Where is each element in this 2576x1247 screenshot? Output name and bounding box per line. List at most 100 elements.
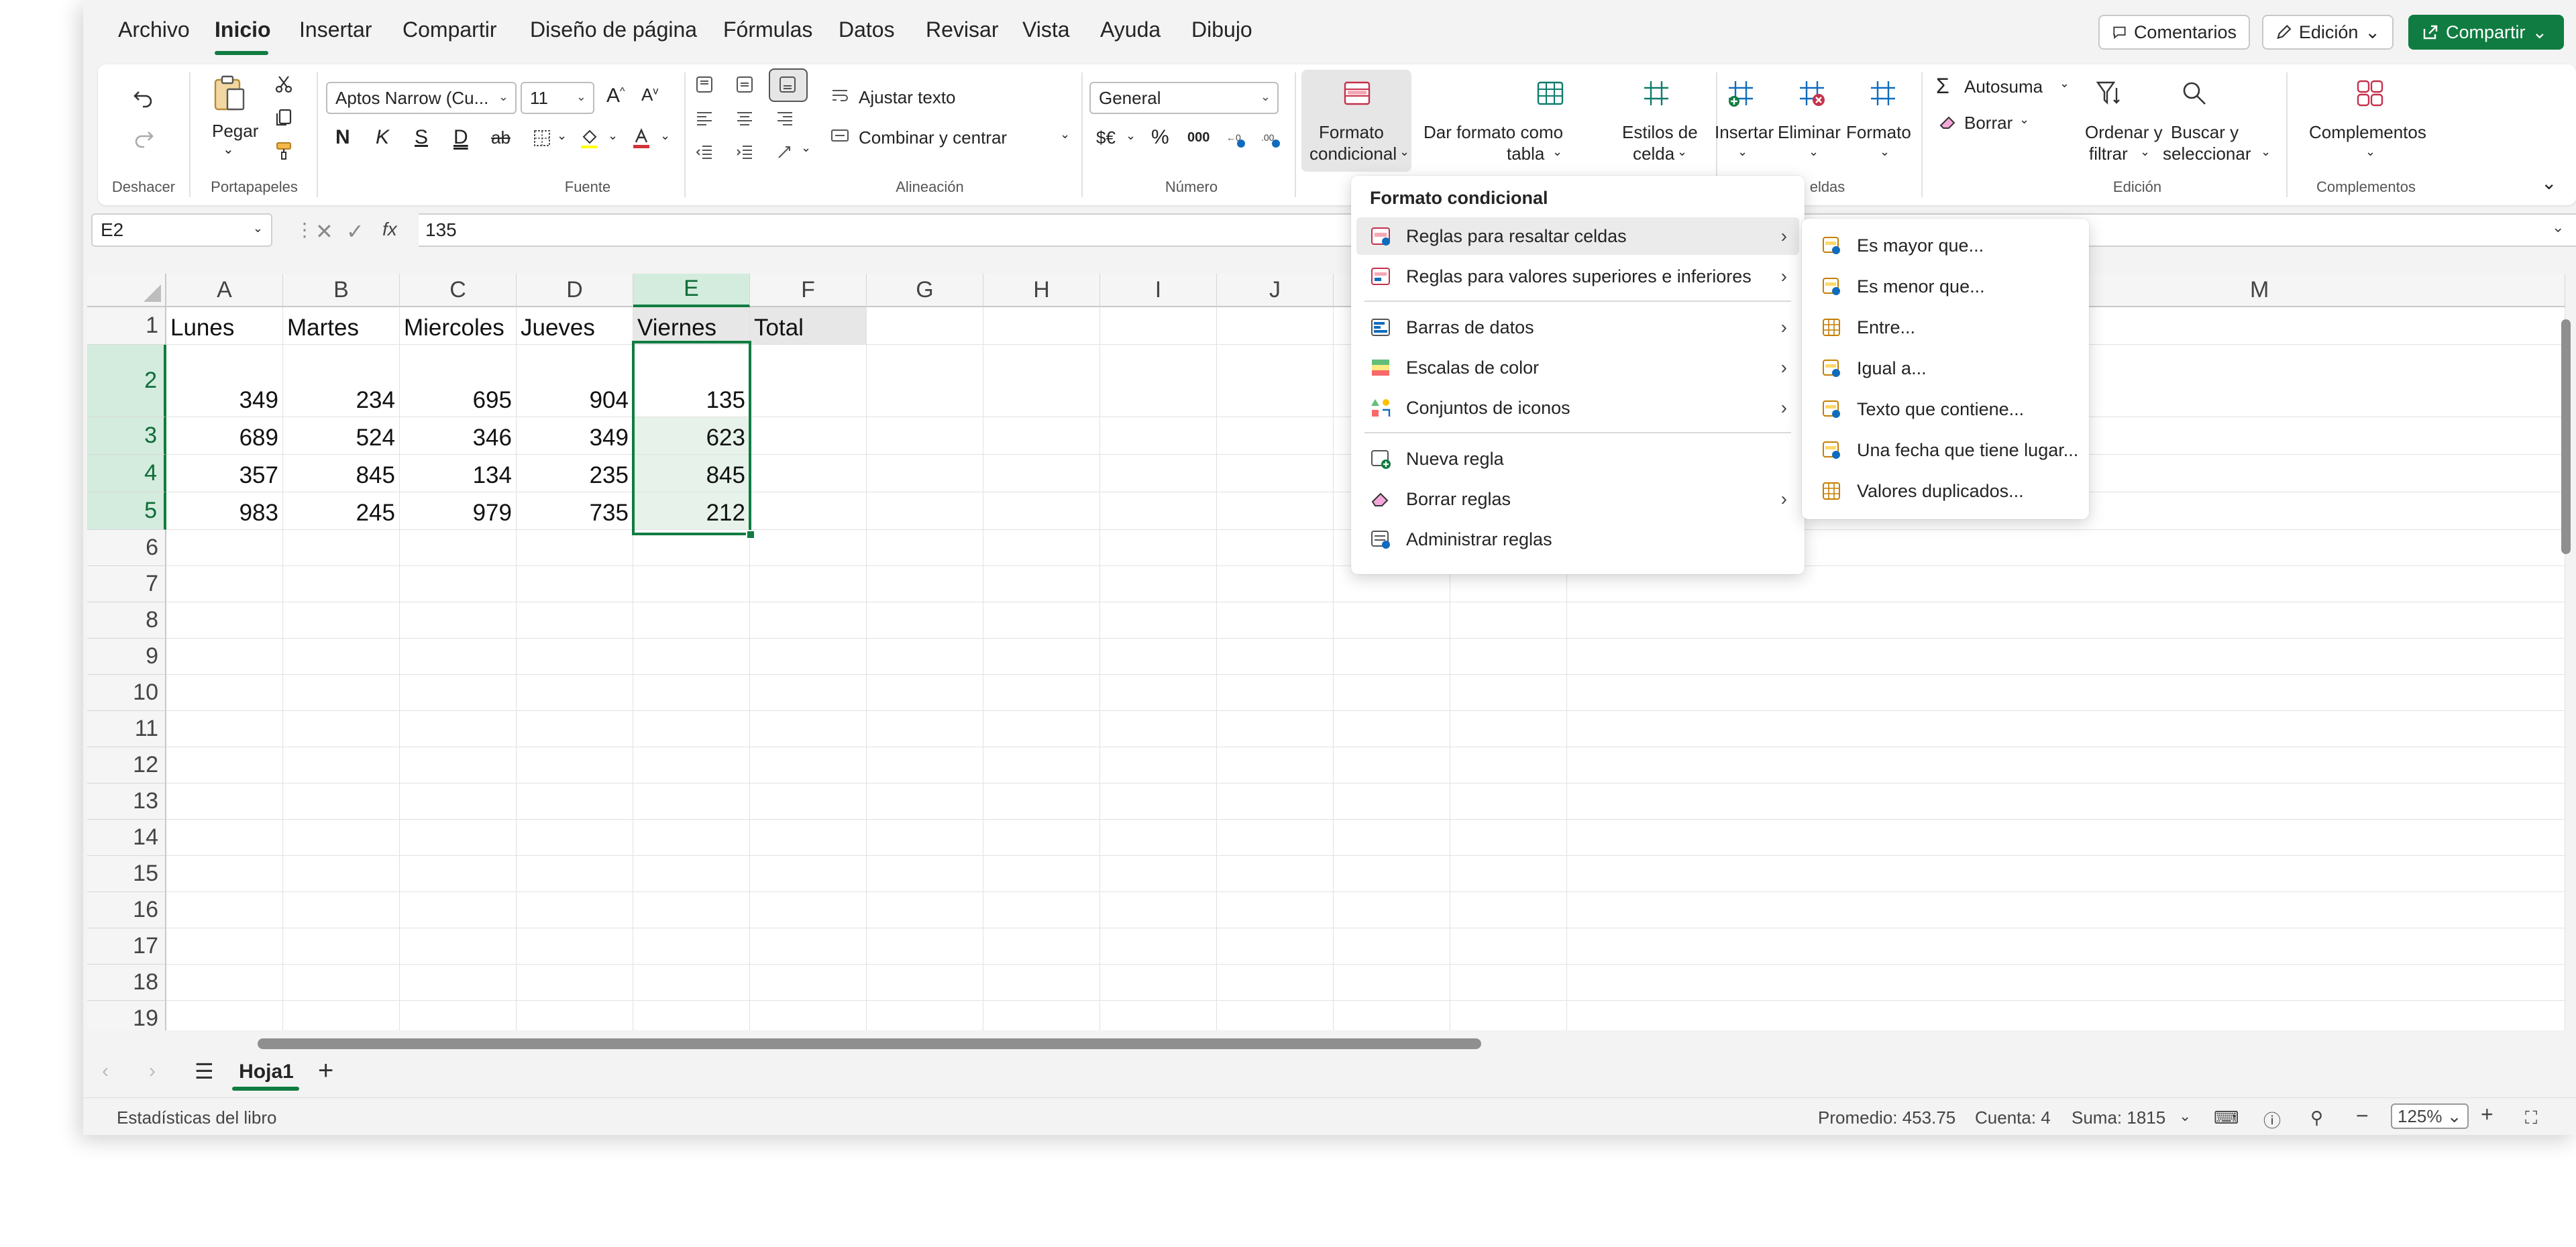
- cell[interactable]: [1334, 856, 1450, 892]
- cell[interactable]: [1217, 856, 1334, 892]
- tab-archivo[interactable]: Archivo: [118, 17, 190, 42]
- cell[interactable]: [283, 747, 400, 783]
- cell[interactable]: [750, 965, 867, 1001]
- cell[interactable]: [166, 856, 283, 892]
- cell[interactable]: [1334, 928, 1450, 965]
- paste-label[interactable]: Pegar: [212, 121, 258, 142]
- tab-insertar[interactable]: Insertar: [299, 17, 372, 42]
- cell[interactable]: [867, 856, 983, 892]
- autosum-icon[interactable]: Σ: [1936, 74, 1949, 99]
- editing-mode-button[interactable]: Edición ⌄: [2262, 15, 2394, 50]
- value-cell[interactable]: 689: [166, 417, 283, 455]
- value-cell[interactable]: 524: [283, 417, 400, 455]
- eraser-icon[interactable]: [1936, 110, 1960, 134]
- value-cell[interactable]: 349: [517, 417, 633, 455]
- align-center-icon[interactable]: [731, 105, 758, 131]
- cell-styles-label-2[interactable]: celda: [1633, 144, 1674, 164]
- name-box[interactable]: E2 ⌄: [91, 213, 272, 247]
- value-cell[interactable]: 234: [283, 345, 400, 417]
- cell[interactable]: [517, 928, 633, 965]
- chevron-down-icon[interactable]: ⌄: [2059, 76, 2070, 91]
- sheet-tab-hoja1[interactable]: Hoja1: [229, 1052, 303, 1092]
- cell[interactable]: [166, 639, 283, 675]
- clear-label[interactable]: Borrar: [1964, 113, 2012, 133]
- cell[interactable]: [1334, 965, 1450, 1001]
- cell[interactable]: [517, 566, 633, 602]
- cell[interactable]: [867, 307, 983, 345]
- cell[interactable]: [750, 566, 867, 602]
- cell[interactable]: [1100, 345, 1217, 417]
- find-select-icon[interactable]: [2178, 76, 2211, 110]
- cell[interactable]: [1567, 965, 2565, 1001]
- cell[interactable]: [1100, 820, 1217, 856]
- cell[interactable]: [517, 892, 633, 928]
- tab-ayuda[interactable]: Ayuda: [1100, 17, 1161, 42]
- undo-icon[interactable]: [130, 85, 157, 111]
- format-as-table-icon[interactable]: [1534, 76, 1567, 110]
- collapse-ribbon-icon[interactable]: ⌄: [2541, 172, 2557, 194]
- find-select-label-1[interactable]: Buscar y: [2171, 122, 2239, 143]
- cell[interactable]: [1217, 455, 1334, 492]
- menu-item-clear-rules[interactable]: Borrar reglas ›: [1356, 480, 1799, 518]
- cell[interactable]: [517, 639, 633, 675]
- select-all-corner[interactable]: [87, 274, 166, 307]
- column-header[interactable]: H: [983, 274, 1100, 307]
- cell[interactable]: [166, 747, 283, 783]
- cell[interactable]: [1100, 492, 1217, 530]
- underline-button[interactable]: S: [415, 126, 428, 149]
- value-cell[interactable]: 904: [517, 345, 633, 417]
- row-header[interactable]: 16: [87, 892, 166, 928]
- cell[interactable]: [400, 530, 517, 566]
- cell[interactable]: [867, 530, 983, 566]
- cell[interactable]: [633, 566, 750, 602]
- delete-cells-label[interactable]: Eliminar: [1778, 122, 1841, 143]
- wrap-text-icon[interactable]: [826, 82, 853, 109]
- borders-icon[interactable]: [529, 125, 555, 152]
- cell[interactable]: [166, 675, 283, 711]
- confirm-icon[interactable]: ✓: [346, 219, 364, 244]
- row-header[interactable]: 14: [87, 820, 166, 856]
- cell[interactable]: [283, 1001, 400, 1030]
- cell[interactable]: [400, 892, 517, 928]
- cell[interactable]: [983, 928, 1100, 965]
- strikethrough-button[interactable]: ab: [491, 127, 511, 148]
- cell[interactable]: [400, 711, 517, 747]
- currency-format-button[interactable]: $€: [1096, 127, 1116, 148]
- cell[interactable]: [983, 307, 1100, 345]
- cell[interactable]: [1450, 965, 1567, 1001]
- cell[interactable]: [633, 639, 750, 675]
- cell[interactable]: [1567, 892, 2565, 928]
- value-cell[interactable]: 845: [283, 455, 400, 492]
- cell[interactable]: [517, 711, 633, 747]
- cell[interactable]: [867, 455, 983, 492]
- cell[interactable]: [283, 711, 400, 747]
- value-cell[interactable]: 346: [400, 417, 517, 455]
- cell[interactable]: [517, 783, 633, 820]
- cell[interactable]: [1450, 711, 1567, 747]
- value-cell[interactable]: 623: [633, 417, 750, 455]
- decrease-indent-icon[interactable]: [691, 138, 718, 165]
- zoom-out-icon[interactable]: −: [2356, 1103, 2369, 1128]
- chevron-down-icon[interactable]: ⌄: [1552, 145, 1562, 159]
- cell[interactable]: [400, 747, 517, 783]
- cell[interactable]: [867, 928, 983, 965]
- cell[interactable]: [750, 892, 867, 928]
- cell[interactable]: [1450, 639, 1567, 675]
- cell[interactable]: [166, 1001, 283, 1030]
- double-underline-button[interactable]: D: [453, 126, 468, 149]
- decrease-font-icon[interactable]: Av: [641, 85, 658, 105]
- cell[interactable]: [983, 675, 1100, 711]
- function-icon[interactable]: fx: [382, 219, 397, 240]
- fill-color-icon[interactable]: [576, 125, 602, 152]
- cell[interactable]: [750, 602, 867, 639]
- value-cell[interactable]: 357: [166, 455, 283, 492]
- chevron-down-icon[interactable]: ⌄: [801, 141, 811, 155]
- value-cell[interactable]: 134: [400, 455, 517, 492]
- chevron-down-icon[interactable]: ⌄: [1880, 145, 1890, 159]
- cell[interactable]: [633, 820, 750, 856]
- row-header[interactable]: 5: [87, 492, 166, 530]
- cell[interactable]: [750, 530, 867, 566]
- cell[interactable]: [983, 530, 1100, 566]
- value-cell[interactable]: 735: [517, 492, 633, 530]
- cell[interactable]: [1567, 783, 2565, 820]
